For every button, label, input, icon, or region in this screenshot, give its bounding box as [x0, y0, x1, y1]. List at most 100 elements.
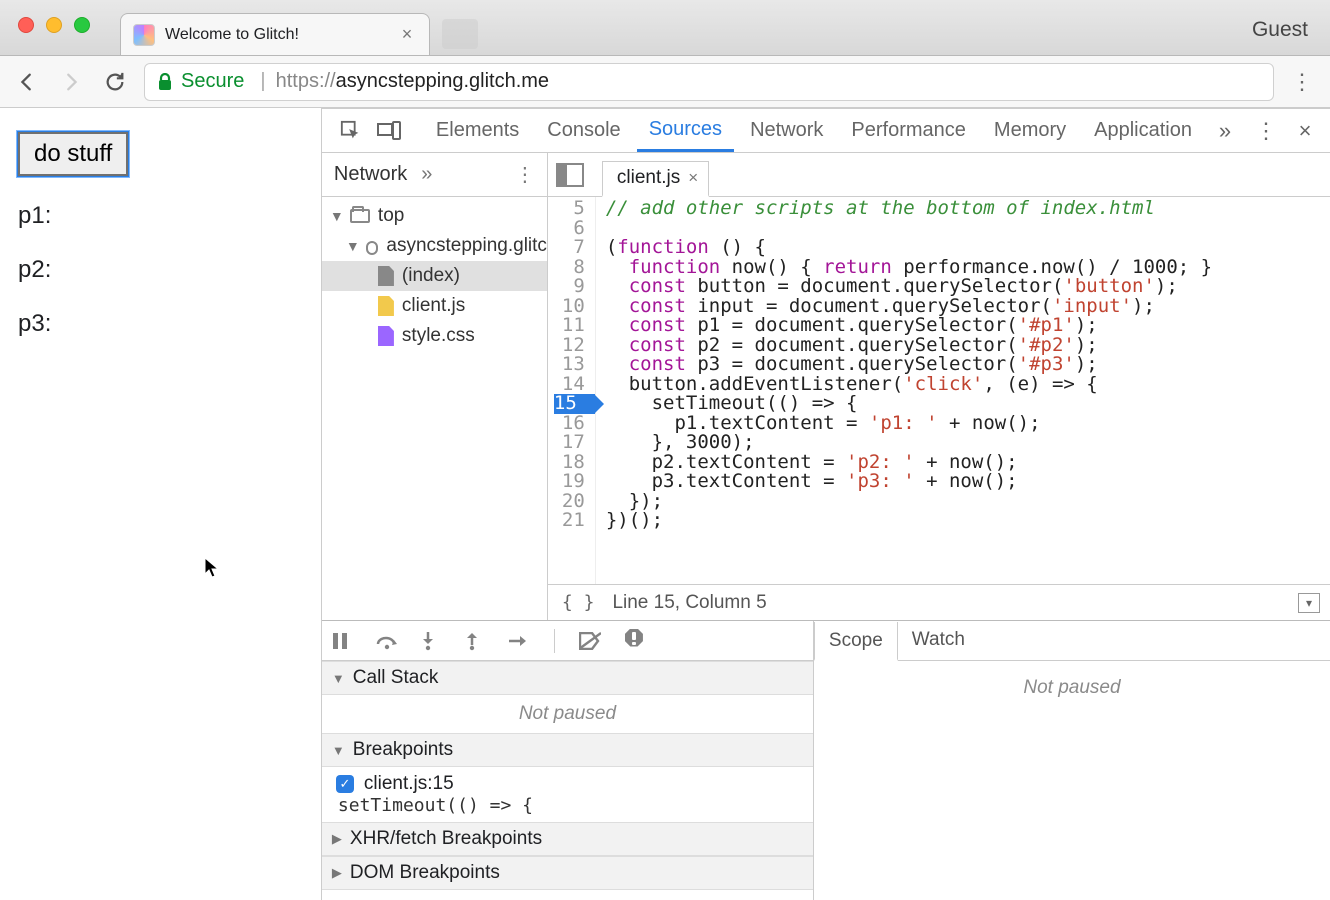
sources-body: Network » ⋮ ▼ top ▼ asyncstepping.glitc: [322, 153, 1330, 620]
devtools-menu-icon[interactable]: ⋮: [1250, 116, 1284, 146]
document-icon: [378, 266, 394, 286]
address-bar[interactable]: Secure | https://asyncstepping.glitch.me: [144, 63, 1274, 101]
reload-button[interactable]: [100, 67, 130, 97]
dom-breakpoints-label: DOM Breakpoints: [350, 862, 500, 884]
navigator-tabs: Network » ⋮: [322, 153, 547, 197]
browser-toolbar: Secure | https://asyncstepping.glitch.me…: [0, 56, 1330, 108]
close-tab-icon[interactable]: ×: [397, 24, 417, 45]
chrome-menu-button[interactable]: ⋮: [1288, 67, 1318, 97]
file-label: style.css: [402, 325, 475, 347]
devtools-panel: Elements Console Sources Network Perform…: [322, 108, 1330, 900]
step-into-icon[interactable]: [420, 631, 442, 651]
inspect-element-icon[interactable]: [334, 116, 368, 146]
p1-label: p1:: [18, 202, 303, 230]
file-label: client.js: [402, 295, 465, 317]
more-tabs-icon[interactable]: »: [1208, 116, 1242, 146]
pause-on-exceptions-icon[interactable]: [623, 629, 645, 653]
cloud-icon: [366, 241, 378, 255]
file-tab-label: client.js: [617, 167, 680, 189]
breakpoint-code: setTimeout(() => {: [336, 795, 799, 816]
breakpoint-file: client.js:15: [364, 773, 454, 795]
debugger-left: ▼ Call Stack Not paused ▼ Breakpoints ✓ …: [322, 621, 814, 900]
more-nav-tabs-icon[interactable]: »: [421, 163, 432, 186]
p2-label: p2:: [18, 256, 303, 284]
window-titlebar: Welcome to Glitch! × Guest: [0, 0, 1330, 56]
tab-performance[interactable]: Performance: [839, 111, 978, 150]
browser-tab-active[interactable]: Welcome to Glitch! ×: [120, 13, 430, 55]
device-toolbar-icon[interactable]: [372, 116, 406, 146]
url-protocol: https://: [276, 70, 336, 93]
maximize-window-icon[interactable]: [74, 17, 90, 33]
tree-top[interactable]: ▼ top: [322, 201, 547, 231]
minimize-window-icon[interactable]: [46, 17, 62, 33]
devtools-tabbar: Elements Console Sources Network Perform…: [322, 109, 1330, 153]
tree-origin-label: asyncstepping.glitc: [386, 235, 547, 257]
cursor-icon: [205, 558, 219, 578]
tab-elements[interactable]: Elements: [424, 111, 531, 150]
cursor-position: Line 15, Column 5: [612, 592, 766, 614]
tree-origin[interactable]: ▼ asyncstepping.glitc: [322, 231, 547, 261]
tab-scope[interactable]: Scope: [814, 622, 898, 661]
callstack-not-paused: Not paused: [322, 695, 813, 733]
new-tab-button[interactable]: [442, 19, 478, 49]
editor-tabs: client.js ×: [548, 153, 1330, 197]
devtools-close-icon[interactable]: ×: [1288, 116, 1322, 146]
code-text[interactable]: // add other scripts at the bottom of in…: [596, 197, 1212, 584]
file-tab-client-js[interactable]: client.js ×: [602, 161, 709, 197]
chevron-right-icon: ▶: [332, 831, 342, 847]
tab-console[interactable]: Console: [535, 111, 632, 150]
tree-file-index[interactable]: (index): [322, 261, 547, 291]
navigator-menu-icon[interactable]: ⋮: [515, 162, 535, 187]
tab-network[interactable]: Network: [738, 111, 835, 150]
xhr-breakpoints-header[interactable]: ▶ XHR/fetch Breakpoints: [322, 822, 813, 856]
do-stuff-button[interactable]: do stuff: [18, 132, 128, 176]
debugger-pane: ▼ Call Stack Not paused ▼ Breakpoints ✓ …: [322, 620, 1330, 900]
back-button[interactable]: [12, 67, 42, 97]
checkbox-checked-icon[interactable]: ✓: [336, 775, 354, 793]
chevron-down-icon: ▼: [332, 743, 345, 758]
callstack-header[interactable]: ▼ Call Stack: [322, 661, 813, 695]
tree-file-style-css[interactable]: style.css: [322, 321, 547, 351]
tab-memory[interactable]: Memory: [982, 111, 1078, 150]
file-label: (index): [402, 265, 460, 287]
editor-status-bar: { } Line 15, Column 5 ▾: [548, 584, 1330, 620]
collapse-icon[interactable]: ▾: [1298, 593, 1320, 613]
browser-tab-strip: Welcome to Glitch! ×: [120, 0, 478, 55]
pause-icon[interactable]: [332, 632, 354, 650]
css-file-icon: [378, 326, 394, 346]
breakpoint-row[interactable]: ✓ client.js:15: [336, 773, 799, 795]
scope-not-paused: Not paused: [814, 669, 1330, 707]
deactivate-breakpoints-icon[interactable]: [579, 632, 601, 650]
tree-file-client-js[interactable]: client.js: [322, 291, 547, 321]
js-file-icon: [378, 296, 394, 316]
step-over-icon[interactable]: [376, 632, 398, 650]
dom-breakpoints-header[interactable]: ▶ DOM Breakpoints: [322, 856, 813, 890]
code-area[interactable]: 56789101112131415161718192021 // add oth…: [548, 197, 1330, 584]
navigator-tab-network[interactable]: Network: [334, 163, 407, 186]
step-icon[interactable]: [508, 634, 530, 648]
debugger-toolbar: [322, 621, 813, 661]
toggle-navigator-icon[interactable]: [556, 163, 584, 187]
xhr-breakpoints-label: XHR/fetch Breakpoints: [350, 828, 542, 850]
chevron-down-icon: ▼: [346, 238, 358, 254]
tab-watch[interactable]: Watch: [898, 621, 979, 660]
lock-icon: [157, 73, 173, 91]
pretty-print-icon[interactable]: { }: [562, 592, 595, 613]
forward-button[interactable]: [56, 67, 86, 97]
url-host: asyncstepping.glitch.me: [336, 70, 549, 93]
tree-top-label: top: [378, 205, 404, 227]
sources-navigator: Network » ⋮ ▼ top ▼ asyncstepping.glitc: [322, 153, 548, 620]
source-editor: client.js × 5678910111213141516171819202…: [548, 153, 1330, 620]
close-window-icon[interactable]: [18, 17, 34, 33]
line-gutter[interactable]: 56789101112131415161718192021: [548, 197, 596, 584]
secure-label: Secure: [181, 70, 244, 93]
traffic-lights: [18, 17, 90, 33]
breakpoints-header[interactable]: ▼ Breakpoints: [322, 733, 813, 767]
close-file-tab-icon[interactable]: ×: [688, 168, 698, 188]
debugger-right: Scope Watch Not paused: [814, 621, 1330, 900]
tab-application[interactable]: Application: [1082, 111, 1204, 150]
callstack-label: Call Stack: [353, 667, 439, 689]
tab-sources[interactable]: Sources: [637, 110, 734, 152]
step-out-icon[interactable]: [464, 631, 486, 651]
profile-guest-label[interactable]: Guest: [1252, 18, 1308, 42]
